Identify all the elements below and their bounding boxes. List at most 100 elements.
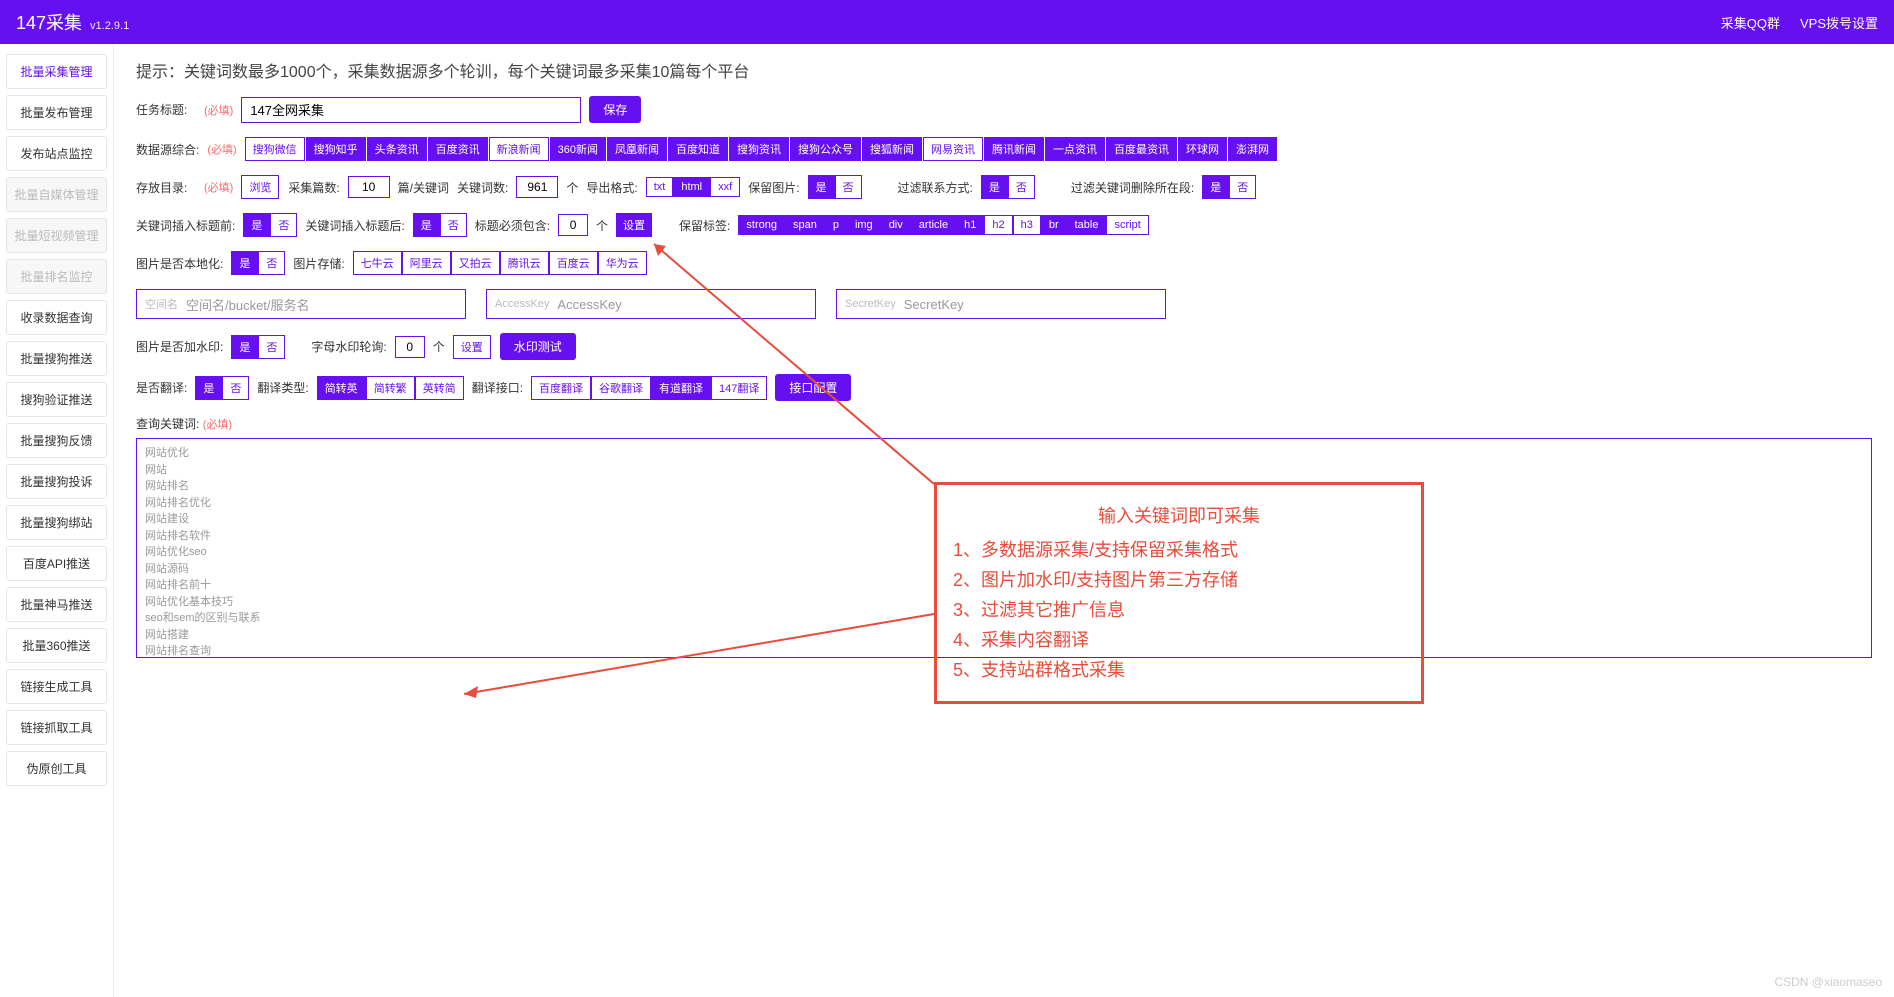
sidebar-item[interactable]: 批量搜狗推送 xyxy=(6,341,107,376)
local-no[interactable]: 否 xyxy=(258,251,285,275)
cloud-tag[interactable]: 又拍云 xyxy=(451,251,500,275)
sidebar-item[interactable]: 批量搜狗反馈 xyxy=(6,423,107,458)
source-tag[interactable]: 搜狗知乎 xyxy=(306,137,366,161)
translate-api-tag[interactable]: 147翻译 xyxy=(711,376,767,400)
sidebar-item[interactable]: 发布站点监控 xyxy=(6,136,107,171)
sidebar-item[interactable]: 百度API推送 xyxy=(6,546,107,581)
annotation-line: 5、支持站群格式采集 xyxy=(953,656,1405,682)
header-link-qq[interactable]: 采集QQ群 xyxy=(1721,13,1780,32)
html-tag-option[interactable]: h3 xyxy=(1013,215,1041,235)
sidebar-item[interactable]: 批量采集管理 xyxy=(6,54,107,89)
translate-type-tag[interactable]: 简转繁 xyxy=(366,376,415,400)
source-tag[interactable]: 搜狗微信 xyxy=(245,137,305,161)
sidebar-item[interactable]: 链接抓取工具 xyxy=(6,710,107,745)
cloud-tag[interactable]: 百度云 xyxy=(549,251,598,275)
sidebar-item[interactable]: 伪原创工具 xyxy=(6,751,107,786)
browse-button[interactable]: 浏览 xyxy=(241,175,279,199)
before-yes[interactable]: 是 xyxy=(243,213,270,237)
keep-img-yes[interactable]: 是 xyxy=(808,175,835,199)
html-tag-option[interactable]: table xyxy=(1067,215,1107,235)
wm-no[interactable]: 否 xyxy=(258,335,285,359)
local-label: 图片是否本地化: xyxy=(136,255,223,272)
count-input[interactable] xyxy=(348,176,390,198)
sidebar-item[interactable]: 链接生成工具 xyxy=(6,669,107,704)
sidebar-item[interactable]: 收录数据查询 xyxy=(6,300,107,335)
sidebar-item[interactable]: 搜狗验证推送 xyxy=(6,382,107,417)
annotation-line: 2、图片加水印/支持图片第三方存储 xyxy=(953,566,1405,592)
translate-type-tag[interactable]: 简转英 xyxy=(317,376,366,400)
source-tag[interactable]: 头条资讯 xyxy=(367,137,427,161)
html-tag-option[interactable]: div xyxy=(881,215,911,235)
keep-img-no[interactable]: 否 xyxy=(835,175,862,199)
keywords-required: (必填) xyxy=(203,419,232,431)
task-title-input[interactable] xyxy=(241,97,581,123)
rot-input[interactable] xyxy=(395,336,425,358)
must-set-button[interactable]: 设置 xyxy=(616,213,652,237)
store-label: 图片存储: xyxy=(293,255,344,272)
html-tag-option[interactable]: h2 xyxy=(984,215,1012,235)
wm-set-button[interactable]: 设置 xyxy=(453,335,491,359)
source-tag[interactable]: 搜狗公众号 xyxy=(790,137,861,161)
cloud-tag[interactable]: 阿里云 xyxy=(402,251,451,275)
cloud-tag[interactable]: 腾讯云 xyxy=(500,251,549,275)
cloud-tag[interactable]: 七牛云 xyxy=(353,251,402,275)
sidebar-item[interactable]: 批量搜狗绑站 xyxy=(6,505,107,540)
translate-api-tag[interactable]: 谷歌翻译 xyxy=(591,376,651,400)
html-tag-option[interactable]: strong xyxy=(738,215,785,235)
sidebar-item[interactable]: 批量360推送 xyxy=(6,628,107,663)
trans-no[interactable]: 否 xyxy=(222,376,249,400)
cloud-tag[interactable]: 华为云 xyxy=(598,251,647,275)
format-tag[interactable]: xxf xyxy=(710,177,740,197)
accesskey-input[interactable]: AccessKey AccessKey xyxy=(486,289,816,319)
html-tag-option[interactable]: h1 xyxy=(956,215,984,235)
source-tag[interactable]: 百度知道 xyxy=(668,137,728,161)
secretkey-input[interactable]: SecretKey SecretKey xyxy=(836,289,1166,319)
after-yes[interactable]: 是 xyxy=(413,213,440,237)
html-tag-option[interactable]: img xyxy=(847,215,881,235)
sidebar-item[interactable]: 批量搜狗投诉 xyxy=(6,464,107,499)
html-tag-option[interactable]: br xyxy=(1041,215,1067,235)
source-tag[interactable]: 澎湃网 xyxy=(1228,137,1277,161)
sidebar-item[interactable]: 批量神马推送 xyxy=(6,587,107,622)
after-no[interactable]: 否 xyxy=(440,213,467,237)
trans-type-label: 翻译类型: xyxy=(257,379,308,396)
format-tag[interactable]: html xyxy=(673,177,710,197)
source-tag[interactable]: 腾讯新闻 xyxy=(984,137,1044,161)
format-tag[interactable]: txt xyxy=(646,177,674,197)
html-tag-option[interactable]: p xyxy=(825,215,847,235)
api-config-button[interactable]: 接口配置 xyxy=(775,374,851,401)
source-tag[interactable]: 搜狗资讯 xyxy=(729,137,789,161)
save-button[interactable]: 保存 xyxy=(589,96,641,123)
local-yes[interactable]: 是 xyxy=(231,251,258,275)
source-tag[interactable]: 百度最资讯 xyxy=(1106,137,1177,161)
source-tag[interactable]: 一点资讯 xyxy=(1045,137,1105,161)
sidebar-item[interactable]: 批量发布管理 xyxy=(6,95,107,130)
translate-api-tag[interactable]: 有道翻译 xyxy=(651,376,711,400)
source-tag[interactable]: 搜狐新闻 xyxy=(862,137,922,161)
source-tag[interactable]: 百度资讯 xyxy=(428,137,488,161)
filter-no[interactable]: 否 xyxy=(1229,175,1256,199)
source-tag[interactable]: 新浪新闻 xyxy=(489,137,549,161)
wm-test-button[interactable]: 水印测试 xyxy=(500,333,576,360)
translate-type-tag[interactable]: 英转简 xyxy=(415,376,464,400)
contact-no[interactable]: 否 xyxy=(1008,175,1035,199)
source-tag[interactable]: 360新闻 xyxy=(550,137,606,161)
kw-count-input[interactable] xyxy=(516,176,558,198)
trans-yes[interactable]: 是 xyxy=(195,376,222,400)
html-tag-option[interactable]: span xyxy=(785,215,825,235)
must-input[interactable] xyxy=(558,214,588,236)
space-input[interactable]: 空间名 空间名/bucket/服务名 xyxy=(136,289,466,319)
html-tag-option[interactable]: script xyxy=(1106,215,1148,235)
html-tag-option[interactable]: article xyxy=(911,215,956,235)
header-link-vps[interactable]: VPS拨号设置 xyxy=(1800,13,1878,32)
source-tag[interactable]: 凤凰新闻 xyxy=(607,137,667,161)
before-no[interactable]: 否 xyxy=(270,213,297,237)
contact-yes[interactable]: 是 xyxy=(981,175,1008,199)
sources-row: 数据源综合: (必填) 搜狗微信搜狗知乎头条资讯百度资讯新浪新闻360新闻凤凰新… xyxy=(136,137,1872,161)
translate-api-tag[interactable]: 百度翻译 xyxy=(531,376,591,400)
wm-yes[interactable]: 是 xyxy=(231,335,258,359)
source-tag[interactable]: 环球网 xyxy=(1178,137,1227,161)
filter-yes[interactable]: 是 xyxy=(1202,175,1229,199)
must-label: 标题必须包含: xyxy=(475,217,550,234)
source-tag[interactable]: 网易资讯 xyxy=(923,137,983,161)
